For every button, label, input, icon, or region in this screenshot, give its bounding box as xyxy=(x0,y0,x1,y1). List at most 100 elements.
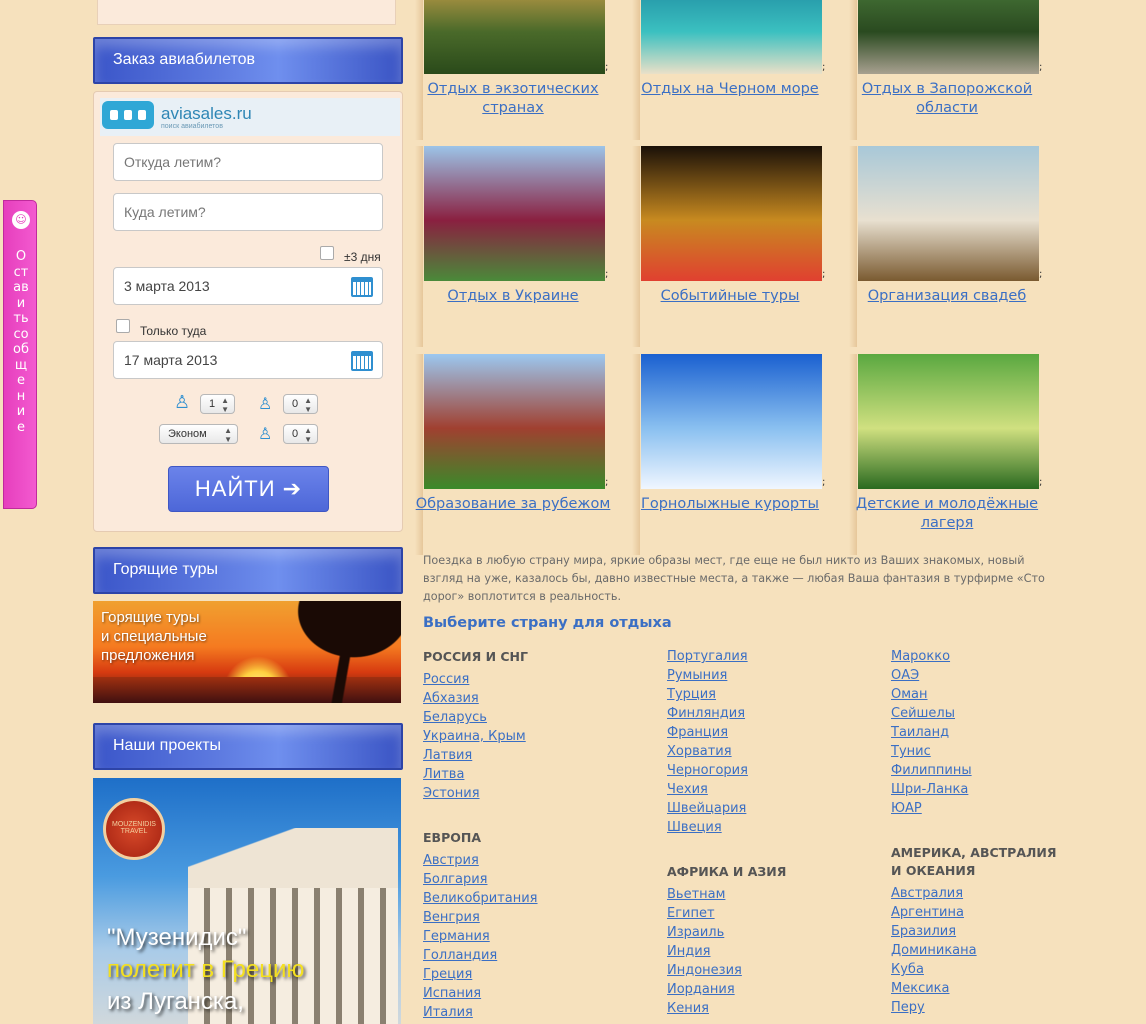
country-link[interactable]: Великобритания xyxy=(423,891,538,906)
country-link[interactable]: Эстония xyxy=(423,786,480,801)
return-date-input[interactable]: 17 марта 2013 xyxy=(113,341,383,379)
country-link[interactable]: Швейцария xyxy=(667,801,746,816)
country-link[interactable]: Турция xyxy=(667,687,716,702)
country-link[interactable]: Перу xyxy=(891,1000,925,1015)
country-link[interactable]: Индия xyxy=(667,944,710,959)
country-link[interactable]: Тунис xyxy=(891,744,931,759)
country-list-item: Испания xyxy=(423,984,538,1003)
projects-banner-line: полетит в Грецию xyxy=(107,956,305,983)
country-link[interactable]: Болгария xyxy=(423,872,488,887)
tour-category-tile[interactable]: ; Горнолыжные курорты xyxy=(632,0,828,555)
tour-category-photo[interactable] xyxy=(641,354,822,489)
country-link[interactable]: Вьетнам xyxy=(667,887,725,902)
country-list-item: Эстония xyxy=(423,784,526,803)
tour-category-link[interactable]: Отдых в Украине xyxy=(415,287,611,306)
country-link[interactable]: Швеция xyxy=(667,820,722,835)
country-link[interactable]: Шри-Ланка xyxy=(891,782,968,797)
tour-category-photo[interactable] xyxy=(858,354,1039,489)
search-button[interactable]: НАЙТИ ➔ xyxy=(168,466,329,512)
country-list-item: Португалия xyxy=(667,647,748,666)
country-link[interactable]: ОАЭ xyxy=(891,668,919,683)
tour-category-tile[interactable]: ; Детские и молодёжные лагеря xyxy=(849,0,1045,555)
country-link[interactable]: Италия xyxy=(423,1005,473,1020)
country-link[interactable]: Греция xyxy=(423,967,472,982)
country-link[interactable]: Абхазия xyxy=(423,691,479,706)
tour-category-link[interactable]: Детские и молодёжные лагеря xyxy=(849,495,1045,533)
country-link[interactable]: Оман xyxy=(891,687,928,702)
country-link[interactable]: Испания xyxy=(423,986,481,1001)
aviasales-logo[interactable]: aviasales.ru поиск авиабилетов xyxy=(100,98,400,136)
country-link[interactable]: Финляндия xyxy=(667,706,745,721)
country-list-item: Вьетнам xyxy=(667,885,742,904)
country-list-item: Чехия xyxy=(667,780,748,799)
country-link[interactable]: Австралия xyxy=(891,886,963,901)
country-link[interactable]: Латвия xyxy=(423,748,472,763)
oneway-checkbox[interactable] xyxy=(116,319,130,333)
country-link[interactable]: Доминикана xyxy=(891,943,977,958)
country-list-item: Кения xyxy=(667,999,742,1018)
feedback-tab[interactable]: ☺ Оставить сообщение xyxy=(3,200,37,509)
tour-category-photo[interactable] xyxy=(424,354,605,489)
calendar-icon[interactable] xyxy=(351,277,373,297)
country-list-item: ОАЭ xyxy=(891,666,972,685)
palm-graphic xyxy=(243,601,401,703)
country-link[interactable]: Египет xyxy=(667,906,715,921)
country-link[interactable]: Франция xyxy=(667,725,728,740)
country-link[interactable]: Австрия xyxy=(423,853,479,868)
country-list-item: Германия xyxy=(423,927,538,946)
country-link[interactable]: Мексика xyxy=(891,981,949,996)
country-list-europe-cont: Португалия Румыния Турция Финляндия Франция Х… xyxy=(667,647,748,837)
adults-select[interactable]: 1 ▲ ▼ xyxy=(200,394,235,414)
hot-tours-banner[interactable]: Горящие туры и специальные предложения xyxy=(93,601,401,703)
infants-value: 0 xyxy=(292,428,299,440)
country-link[interactable]: Израиль xyxy=(667,925,724,940)
country-link[interactable]: Индонезия xyxy=(667,963,742,978)
country-link[interactable]: Украина, Крым xyxy=(423,729,526,744)
country-list-item: Россия xyxy=(423,670,526,689)
country-link[interactable]: Бразилия xyxy=(891,924,956,939)
country-link[interactable]: Марокко xyxy=(891,649,950,664)
projects-banner-line: из Луганска, xyxy=(107,988,244,1015)
children-select[interactable]: 0 ▲ ▼ xyxy=(283,394,318,414)
choose-country-title: Выберите страну для отдыха xyxy=(423,615,672,631)
child-icon: ♙ xyxy=(258,394,273,413)
tour-category-link[interactable]: Горнолыжные курорты xyxy=(632,495,828,514)
tour-category-link[interactable]: Образование за рубежом xyxy=(415,495,611,514)
tour-category-link[interactable]: Организация свадеб xyxy=(849,287,1045,306)
class-select[interactable]: Эконом ▲ ▼ xyxy=(159,424,238,444)
top-sidebar-box xyxy=(97,0,396,25)
country-link[interactable]: Иордания xyxy=(667,982,735,997)
country-link[interactable]: Таиланд xyxy=(891,725,949,740)
country-link[interactable]: Черногория xyxy=(667,763,748,778)
country-list-item: Австралия xyxy=(891,884,977,903)
country-link[interactable]: Аргентина xyxy=(891,905,964,920)
projects-banner[interactable]: MOUZENIDIS TRAVEL "Музенидис" полетит в … xyxy=(93,778,401,1024)
from-city-input[interactable]: Откуда летим? xyxy=(113,143,383,181)
country-link[interactable]: Румыния xyxy=(667,668,727,683)
region-title-america: АМЕРИКА, АВСТРАЛИЯ И ОКЕАНИЯ xyxy=(891,845,1057,878)
country-link[interactable]: Кения xyxy=(667,1001,709,1016)
tour-category-tile[interactable]: ; Образование за рубежом xyxy=(415,0,611,555)
to-city-input[interactable]: Куда летим? xyxy=(113,193,383,231)
country-link[interactable]: Беларусь xyxy=(423,710,487,725)
country-link[interactable]: Россия xyxy=(423,672,469,687)
tour-category-link[interactable]: Событийные туры xyxy=(632,287,828,306)
country-list-item: Шри-Ланка xyxy=(891,780,972,799)
country-link[interactable]: Филиппины xyxy=(891,763,972,778)
infants-select[interactable]: 0 ▲ ▼ xyxy=(283,424,318,444)
feedback-label: Оставить сообщение xyxy=(13,249,33,435)
flex-dates-checkbox[interactable] xyxy=(320,246,334,260)
country-link[interactable]: Чехия xyxy=(667,782,708,797)
country-link[interactable]: Голландия xyxy=(423,948,497,963)
country-link[interactable]: Венгрия xyxy=(423,910,480,925)
country-link[interactable]: Португалия xyxy=(667,649,748,664)
departure-date-input[interactable]: 3 марта 2013 xyxy=(113,267,383,305)
country-link[interactable]: Литва xyxy=(423,767,464,782)
country-link[interactable]: ЮАР xyxy=(891,801,922,816)
country-link[interactable]: Куба xyxy=(891,962,924,977)
country-list-item: Греция xyxy=(423,965,538,984)
country-link[interactable]: Германия xyxy=(423,929,490,944)
country-link[interactable]: Сейшелы xyxy=(891,706,955,721)
country-link[interactable]: Хорватия xyxy=(667,744,732,759)
calendar-icon[interactable] xyxy=(351,351,373,371)
